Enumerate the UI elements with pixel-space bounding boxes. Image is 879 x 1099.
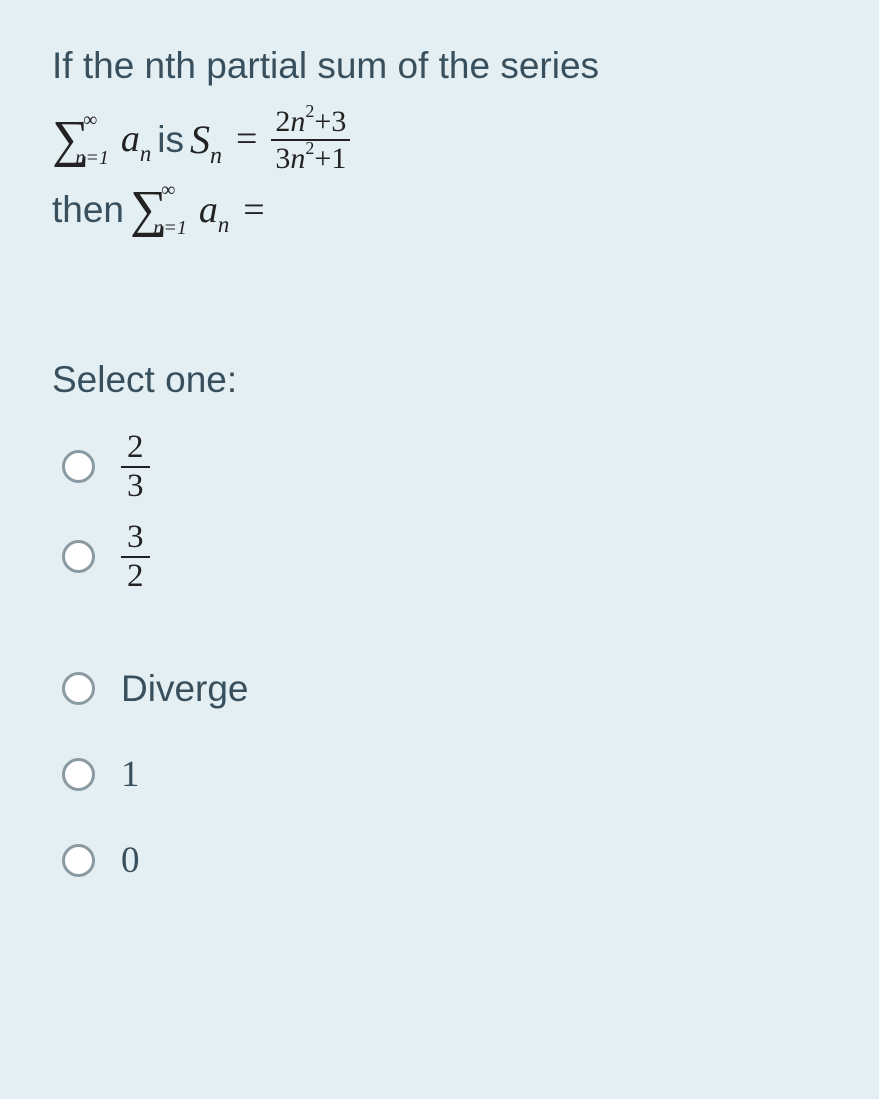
radio-b[interactable] — [62, 540, 95, 573]
term-an: an — [121, 111, 151, 168]
word-then: then — [52, 182, 124, 238]
option-b[interactable]: 3 2 — [62, 519, 827, 595]
Sn: Sn — [190, 110, 222, 170]
option-a-label: 2 3 — [121, 429, 150, 505]
word-is: is — [157, 112, 184, 168]
question-line-3: then ∑ ∞ n=1 an = — [52, 182, 827, 239]
option-c[interactable]: Diverge — [62, 653, 827, 725]
term-an-2: an — [199, 182, 229, 239]
option-c-label: Diverge — [121, 668, 249, 710]
option-d[interactable]: 1 — [62, 739, 827, 811]
option-e[interactable]: 0 — [62, 825, 827, 897]
radio-a[interactable] — [62, 450, 95, 483]
options-list: 2 3 3 2 Diverge 1 0 — [52, 429, 827, 897]
equals-2: = — [235, 182, 264, 239]
question-stem: If the nth partial sum of the series ∑ ∞… — [52, 38, 827, 239]
sigma-1: ∑ ∞ n=1 — [52, 114, 115, 166]
sigma-2: ∑ ∞ n=1 — [130, 184, 193, 236]
radio-d[interactable] — [62, 758, 95, 791]
question-intro: If the nth partial sum of the series — [52, 38, 827, 94]
option-d-label: 1 — [121, 753, 140, 796]
select-prompt: Select one: — [52, 359, 827, 401]
equals-1: = — [228, 111, 265, 168]
option-e-label: 0 — [121, 839, 140, 882]
option-b-label: 3 2 — [121, 519, 150, 595]
question-line-2: ∑ ∞ n=1 an is Sn = 2n2+3 3n2+1 — [52, 104, 827, 176]
radio-e[interactable] — [62, 844, 95, 877]
option-a[interactable]: 2 3 — [62, 429, 827, 505]
radio-c[interactable] — [62, 672, 95, 705]
partial-sum-fraction: 2n2+3 3n2+1 — [271, 104, 350, 176]
